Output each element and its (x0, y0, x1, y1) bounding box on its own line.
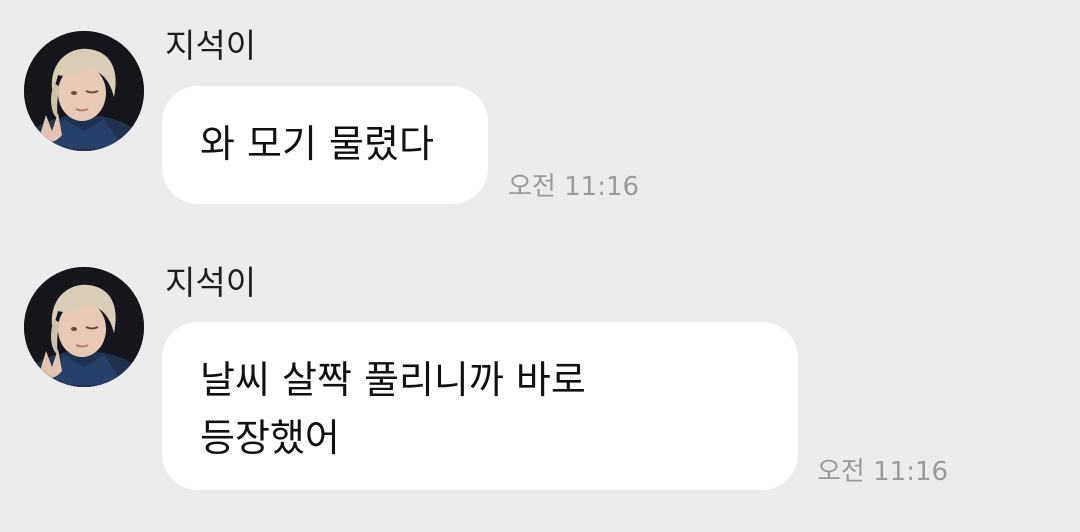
message-text: 등장했어 (200, 416, 340, 460)
sender-name: 지석이 (165, 263, 257, 302)
avatar[interactable] (24, 267, 144, 387)
message-bubble[interactable]: 날씨 살짝 풀리니까 바로 등장했어 (162, 322, 798, 490)
message-timestamp: 오전 11:16 (817, 457, 949, 487)
message-text: 날씨 살짝 풀리니까 바로 (200, 358, 586, 402)
avatar-photo (24, 267, 144, 387)
message-row: 지석이 날씨 살짝 풀리니까 바로 등장했어 오전 11:16 (0, 0, 1080, 532)
